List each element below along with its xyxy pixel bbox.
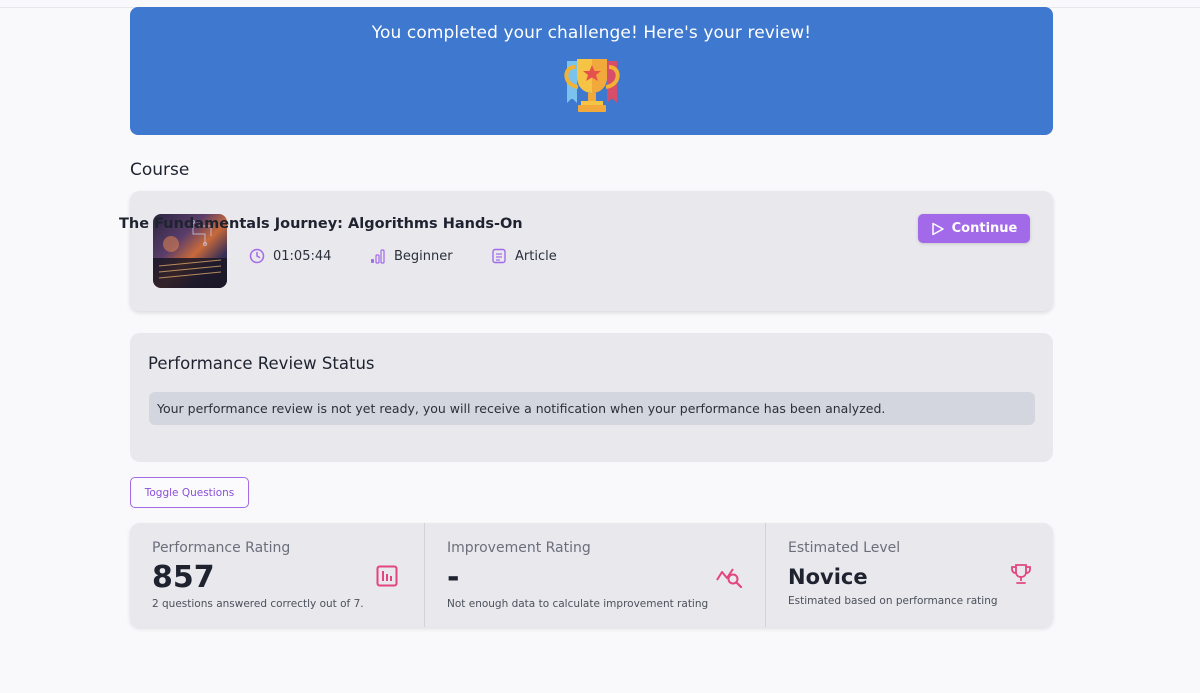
document-icon: [492, 248, 506, 264]
stats-panel: Performance Rating 857 2 questions answe…: [130, 523, 1053, 627]
stat-subtext: Estimated based on performance rating: [788, 595, 998, 607]
stat-estimated-level: Estimated Level Novice Estimated based o…: [765, 523, 1053, 627]
trophy-icon: [563, 59, 620, 112]
course-section-label: Course: [130, 160, 190, 180]
trend-search-icon: [716, 568, 743, 588]
continue-button-label: Continue: [951, 221, 1018, 236]
course-type-text: Article: [515, 248, 557, 264]
stat-value: 857: [152, 560, 215, 595]
course-level-text: Beginner: [394, 248, 453, 264]
completion-banner: You completed your challenge! Here's you…: [130, 7, 1053, 135]
stat-label: Performance Rating: [152, 540, 291, 556]
stat-label: Estimated Level: [788, 540, 901, 556]
stat-label: Improvement Rating: [447, 540, 591, 556]
course-title: The Fundamentals Journey: Algorithms Han…: [119, 216, 523, 232]
play-icon: [931, 222, 944, 235]
course-type: Article: [491, 248, 557, 264]
banner-title: You completed your challenge! Here's you…: [371, 23, 812, 43]
stat-subtext: 2 questions answered correctly out of 7.: [152, 598, 364, 610]
stat-improvement-rating: Improvement Rating - Not enough data to …: [424, 523, 765, 627]
stat-performance-rating: Performance Rating 857 2 questions answe…: [130, 523, 424, 627]
trophy-outline-icon: [1011, 564, 1031, 584]
continue-button[interactable]: Continue: [918, 214, 1030, 243]
stat-value: -: [447, 560, 460, 595]
performance-status-message: Your performance review is not yet ready…: [149, 392, 1035, 425]
clock-icon: [249, 248, 265, 264]
course-duration: 01:05:44: [249, 248, 331, 264]
bar-chart-icon: [376, 565, 398, 587]
stat-value: Novice: [788, 565, 868, 589]
course-duration-text: 01:05:44: [273, 248, 332, 264]
toggle-questions-button[interactable]: Toggle Questions: [130, 477, 249, 508]
stat-subtext: Not enough data to calculate improvement…: [447, 598, 709, 610]
course-level: Beginner: [370, 248, 453, 264]
signal-bars-icon: [371, 249, 385, 264]
performance-status-title: Performance Review Status: [148, 354, 375, 373]
